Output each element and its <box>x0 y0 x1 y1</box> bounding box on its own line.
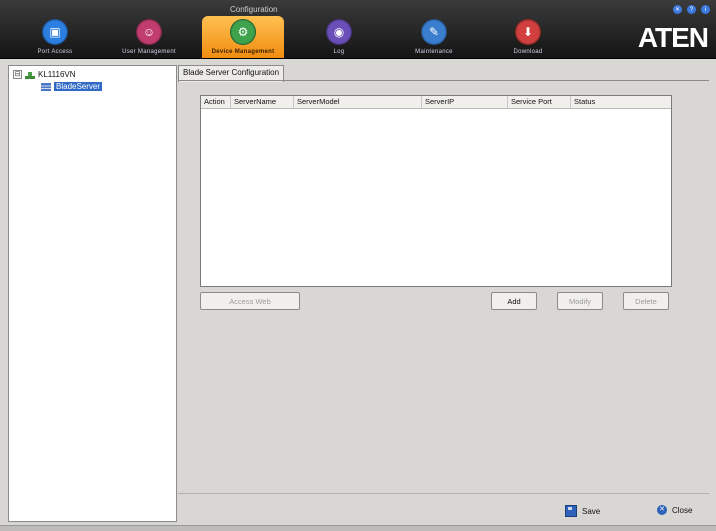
log-icon: ◉ <box>326 19 352 45</box>
nav-label: User Management <box>122 49 176 55</box>
nav-log[interactable]: ◉ Log <box>298 16 380 58</box>
nav-port-access[interactable]: ▣ Port Access <box>14 16 96 58</box>
modify-button[interactable]: Modify <box>557 292 603 310</box>
port-access-icon: ▣ <box>42 19 68 45</box>
collapse-icon[interactable]: ⊟ <box>13 70 22 79</box>
breadcrumb: Configuration <box>230 5 278 14</box>
nav-download[interactable]: ⬇ Download <box>487 16 569 58</box>
save-button[interactable]: Save <box>565 505 600 517</box>
maintenance-icon: ✎ <box>421 19 447 45</box>
logout-icon[interactable]: ✕ <box>673 5 682 14</box>
tree-node-label: KL1116VN <box>38 70 76 79</box>
add-button[interactable]: Add <box>491 292 537 310</box>
nav-label: Log <box>333 49 345 55</box>
nav-label: Port Access <box>37 49 73 55</box>
column-header-status[interactable]: Status <box>571 96 671 108</box>
close-label: Close <box>672 505 693 515</box>
blade-server-icon <box>41 82 51 91</box>
device-tree: ⊟ KL1116VN BladeServer <box>8 65 177 522</box>
top-toolbar: Configuration ▣ Port Access ☺ User Manag… <box>0 0 716 59</box>
close-icon: ✕ <box>657 505 667 515</box>
tree-node-label: BladeServer <box>54 82 103 91</box>
help-icon[interactable]: ? <box>687 5 696 14</box>
table-header: Action ServerName ServerModel ServerIP S… <box>201 96 671 109</box>
download-icon: ⬇ <box>515 19 541 45</box>
delete-button[interactable]: Delete <box>623 292 669 310</box>
nav-device-management[interactable]: ⚙ Device Management <box>202 16 284 58</box>
column-header-servername[interactable]: ServerName <box>231 96 294 108</box>
network-device-icon <box>25 71 35 79</box>
access-web-button[interactable]: Access Web <box>200 292 300 310</box>
nav-user-management[interactable]: ☺ User Management <box>108 16 190 58</box>
bottom-bar <box>178 493 709 526</box>
blade-server-table: Action ServerName ServerModel ServerIP S… <box>200 95 672 287</box>
nav-label: Device Management <box>211 49 275 55</box>
window-controls: ✕ ? i <box>673 5 710 14</box>
device-management-icon: ⚙ <box>230 19 256 45</box>
tree-node-root[interactable]: ⊟ KL1116VN <box>13 70 76 79</box>
save-icon <box>565 505 577 517</box>
column-header-action[interactable]: Action <box>201 96 231 108</box>
nav-label: Maintenance <box>415 49 453 55</box>
column-header-service-port[interactable]: Service Port <box>508 96 571 108</box>
info-icon[interactable]: i <box>701 5 710 14</box>
status-strip <box>0 525 716 531</box>
aten-logo: ATEN <box>637 22 709 53</box>
column-header-serverip[interactable]: ServerIP <box>422 96 508 108</box>
column-header-servermodel[interactable]: ServerModel <box>294 96 422 108</box>
tree-node-bladeserver[interactable]: BladeServer <box>41 82 103 91</box>
close-button[interactable]: ✕ Close <box>657 505 692 515</box>
nav-label: Download <box>513 49 543 55</box>
user-management-icon: ☺ <box>136 19 162 45</box>
save-label: Save <box>582 506 601 516</box>
nav-maintenance[interactable]: ✎ Maintenance <box>393 16 475 58</box>
